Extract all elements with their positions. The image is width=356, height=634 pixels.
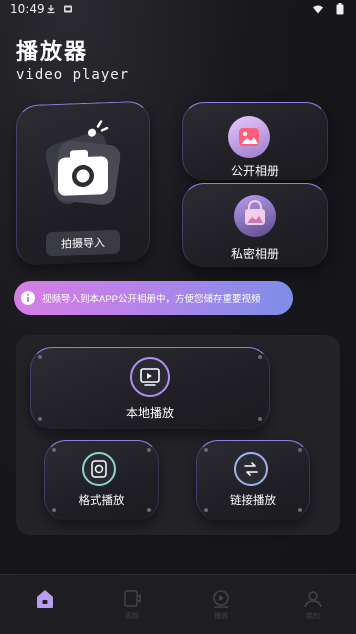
play-icon [213, 590, 229, 608]
mail-icon [64, 5, 72, 13]
app-subtitle: video player [16, 67, 130, 83]
public-album-card[interactable]: 公开相册 [182, 102, 328, 180]
user-icon [304, 591, 322, 608]
nav-play-label: 播放 [214, 613, 228, 620]
nav-video[interactable]: 视频 [117, 587, 147, 627]
lock-image-icon [234, 195, 276, 237]
corner-dot [52, 508, 56, 512]
battery-icon [336, 3, 344, 15]
local-play-label: 本地播放 [125, 406, 174, 420]
private-album-label: 私密相册 [230, 247, 279, 261]
link-play-card[interactable]: 链接播放 [196, 440, 310, 520]
tip-text: 视频导入到本APP公开相册中，方便您储存重要视频 [42, 294, 261, 305]
monitor-icon [130, 357, 170, 397]
link-play-label: 链接播放 [230, 495, 276, 507]
corner-dot [147, 508, 151, 512]
public-album-label: 公开相册 [230, 164, 279, 178]
bottom-nav: 视频 播放 我的 [0, 574, 356, 634]
nav-video-label: 视频 [125, 613, 139, 620]
tip-banner: 视频导入到本APP公开相册中，方便您储存重要视频 [14, 281, 293, 315]
camera-icon [45, 120, 121, 205]
home-icon [37, 590, 53, 608]
info-icon [21, 291, 35, 305]
wifi-icon [313, 5, 323, 14]
corner-dot [204, 508, 208, 512]
corner-dot [204, 448, 208, 452]
corner-dot [52, 448, 56, 452]
link-icon [234, 452, 268, 486]
local-play-card[interactable]: 本地播放 [30, 347, 270, 429]
shoot-import-card[interactable]: 拍摄导入 [16, 100, 150, 266]
format-play-card[interactable]: 格式播放 [44, 440, 159, 520]
corner-dot [38, 355, 42, 359]
app-title: 播放器 [16, 40, 89, 65]
status-bar: 10:49 [0, 0, 356, 20]
format-icon [82, 452, 116, 486]
corner-dot [298, 508, 302, 512]
nav-play[interactable]: 播放 [206, 587, 236, 627]
format-play-label: 格式播放 [78, 495, 125, 507]
corner-dot [258, 355, 262, 359]
nav-mine[interactable]: 我的 [298, 587, 328, 627]
nav-mine-label: 我的 [306, 613, 320, 620]
video-icon [124, 590, 141, 607]
shoot-import-button[interactable]: 拍摄导入 [46, 229, 120, 257]
download-icon [47, 5, 55, 14]
image-icon [228, 116, 270, 158]
nav-home[interactable] [30, 587, 60, 627]
private-album-card[interactable]: 私密相册 [182, 183, 328, 267]
corner-dot [147, 448, 151, 452]
corner-dot [298, 448, 302, 452]
status-time: 10:49 [10, 2, 45, 16]
